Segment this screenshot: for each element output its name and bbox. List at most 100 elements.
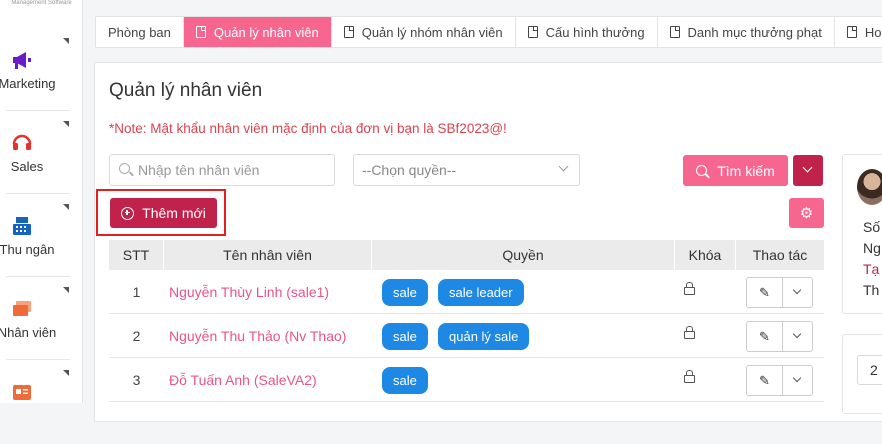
add-employee-button[interactable]: Thêm mới (110, 198, 217, 228)
sidebar-brand-text: Management Software (11, 0, 72, 6)
tab-label: Danh mục thưởng phạt (687, 24, 822, 40)
search-button-label: Tìm kiếm (717, 162, 775, 179)
tab-label: Phòng ban (108, 24, 171, 40)
sidebar-item-sales[interactable]: Sales (0, 113, 83, 195)
employee-name-link[interactable]: Nguyễn Thùy Linh (sale1) (169, 284, 329, 300)
add-button-label: Thêm mới (142, 205, 206, 221)
action-group: ✎ (746, 365, 813, 396)
role-select[interactable]: --Chọn quyền-- (353, 154, 580, 186)
action-dropdown-toggle[interactable] (792, 285, 802, 295)
role-badge: sale (382, 323, 428, 350)
tab-quan-ly-nhom-nhan-vien[interactable]: Quản lý nhóm nhân viên (332, 17, 516, 47)
document-icon (343, 26, 354, 38)
role-badge: quản lý sale (438, 323, 530, 350)
divider (6, 110, 70, 111)
pencil-icon: ✎ (759, 328, 770, 344)
tab-label: Quản lý nhóm nhân viên (361, 24, 503, 40)
tab-bar: Phòng ban Quản lý nhân viên Quản lý nhóm… (95, 16, 882, 48)
unlock-icon[interactable] (684, 370, 695, 383)
divider (6, 193, 70, 194)
info-line: Tạ (863, 261, 880, 277)
document-icon (846, 26, 857, 38)
chevron-down-icon (558, 161, 569, 172)
sidebar-item-more[interactable] (0, 362, 83, 444)
edit-button[interactable]: ✎ (747, 278, 783, 307)
megaphone-icon (10, 48, 34, 72)
expand-arrow-icon[interactable] (63, 204, 69, 210)
avatar (857, 169, 882, 205)
role-select-value: --Chọn quyền-- (362, 162, 457, 178)
header-lock: Khóa (675, 240, 736, 270)
tab-cau-hinh-thuong[interactable]: Cấu hình thưởng (516, 17, 658, 47)
expand-arrow-icon[interactable] (63, 287, 69, 293)
document-icon (669, 26, 680, 38)
cards-icon (10, 297, 34, 321)
header-role: Quyền (372, 240, 675, 270)
employee-name-link[interactable]: Nguyễn Thu Thảo (Nv Thao) (169, 328, 346, 344)
advanced-filter-toggle[interactable] (793, 155, 823, 186)
id-card-icon (10, 380, 34, 404)
info-line: Ng (863, 240, 881, 256)
search-button[interactable]: Tìm kiếm (683, 155, 788, 186)
action-dropdown-toggle[interactable] (792, 329, 802, 339)
divider (6, 359, 70, 360)
chevron-down-icon (802, 162, 813, 173)
action-dropdown-toggle[interactable] (792, 373, 802, 383)
tab-label: Hoa hồ (864, 24, 882, 40)
sidebar-item-nhan-vien[interactable]: Nhân viên (0, 279, 83, 361)
tab-label: Cấu hình thưởng (545, 24, 645, 40)
sidebar-item-label: Nhân viên (0, 325, 57, 340)
expand-arrow-icon[interactable] (63, 370, 69, 376)
gear-icon: ⚙ (799, 205, 814, 222)
sidebar: Management Software Marketing Sales Thu … (0, 0, 83, 403)
tab-hoa-hong[interactable]: Hoa hồ (835, 17, 882, 47)
document-icon (195, 26, 206, 38)
tab-label: Quản lý nhân viên (213, 24, 319, 40)
header-action: Thao tác (752, 247, 808, 263)
edit-button[interactable]: ✎ (747, 366, 783, 395)
pencil-icon: ✎ (759, 372, 770, 388)
table-row: 1 Nguyễn Thùy Linh (sale1) sale sale lea… (109, 270, 824, 314)
search-input[interactable]: Nhập tên nhân viên (109, 154, 335, 186)
user-info-card: Số Ng Tạ Th (842, 154, 882, 314)
unlock-icon[interactable] (684, 282, 695, 295)
action-group: ✎ (746, 277, 813, 308)
edit-button[interactable]: ✎ (747, 322, 783, 351)
action-group: ✎ (746, 321, 813, 352)
role-badge: sale (382, 279, 428, 306)
info-line: Th (863, 282, 880, 298)
expand-arrow-icon[interactable] (63, 38, 69, 44)
pencil-icon: ✎ (759, 284, 770, 300)
plus-circle-icon (121, 206, 135, 220)
page-title: Quản lý nhân viên (109, 80, 263, 101)
sidebar-item-thu-ngan[interactable]: Thu ngân (0, 196, 83, 278)
sidebar-item-label: Marketing (0, 76, 56, 91)
document-icon (527, 26, 538, 38)
row-stt: 2 (132, 328, 141, 344)
expand-arrow-icon[interactable] (63, 121, 69, 127)
search-placeholder: Nhập tên nhân viên (138, 162, 260, 178)
header-name: Tên nhân viên (164, 240, 372, 270)
search-icon (119, 163, 130, 174)
sidebar-item-label: Thu ngân (0, 242, 55, 257)
role-badge: sale (382, 367, 428, 394)
divider (6, 276, 70, 277)
tab-phong-ban[interactable]: Phòng ban (96, 17, 184, 47)
table-row: 2 Nguyễn Thu Thảo (Nv Thao) sale quản lý… (109, 314, 824, 358)
sidebar-item-label: Sales (10, 159, 44, 174)
side-card: 2 (842, 334, 882, 414)
tab-quan-ly-nhan-vien[interactable]: Quản lý nhân viên (183, 17, 332, 47)
search-icon (696, 165, 708, 176)
table-header: STT Tên nhân viên Quyền Khóa Thao tác (109, 240, 824, 270)
sidebar-item-marketing[interactable]: Marketing (0, 30, 83, 112)
headset-icon (10, 131, 34, 155)
unlock-icon[interactable] (684, 326, 695, 339)
side-input[interactable]: 2 (857, 355, 882, 385)
table-row: 3 Đỗ Tuấn Anh (SaleVA2) sale ✎ (109, 358, 824, 402)
header-stt: STT (109, 240, 164, 270)
role-badge: sale leader (438, 279, 524, 306)
row-stt: 3 (132, 372, 141, 388)
settings-button[interactable]: ⚙ (789, 198, 824, 228)
employee-name-link[interactable]: Đỗ Tuấn Anh (SaleVA2) (169, 372, 317, 388)
tab-danh-muc-thuong-phat[interactable]: Danh mục thưởng phạt (658, 17, 835, 47)
